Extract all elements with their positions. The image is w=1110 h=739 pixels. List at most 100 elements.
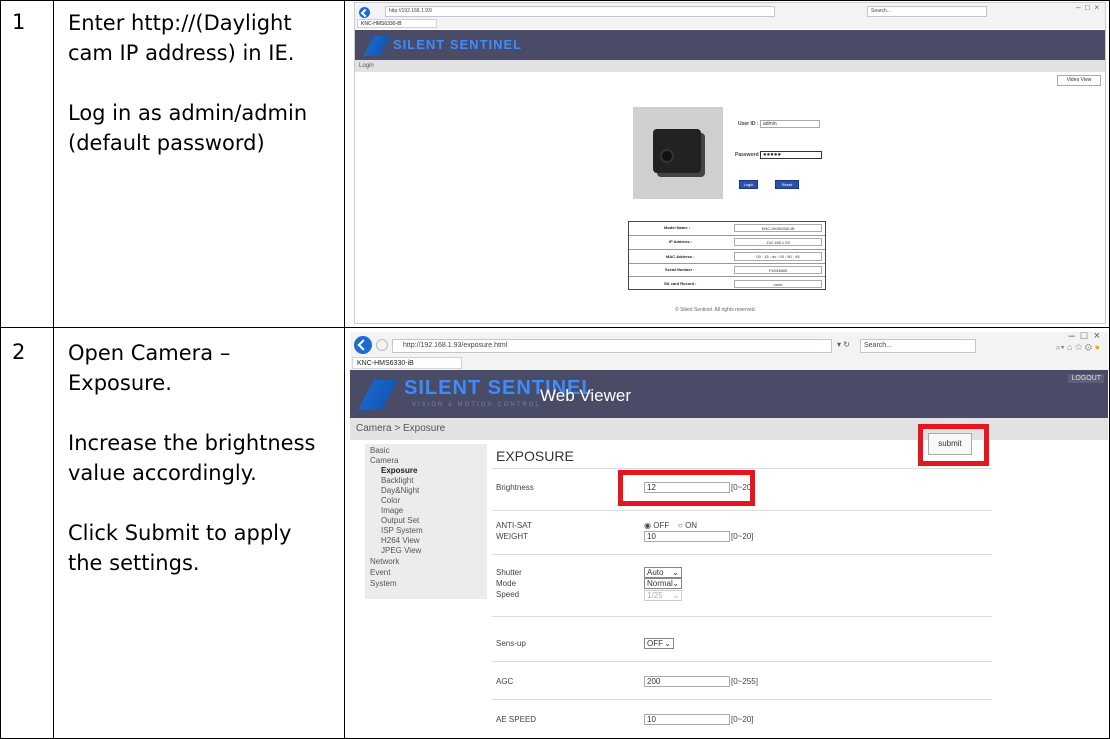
reset-button[interactable]: Reset: [775, 180, 799, 189]
speed-value: 1/25: [647, 591, 663, 600]
browser-toolbar: http://192.168.1.93/ Search... – □ × KNC…: [355, 3, 1105, 29]
logo-icon: [358, 380, 398, 410]
login-button[interactable]: Login: [739, 180, 758, 189]
submenu-item[interactable]: Day&Night: [365, 486, 487, 496]
info-value: 00 : 15 : dc : 00 : 80 : 45: [734, 252, 822, 261]
menu-item[interactable]: System: [365, 578, 487, 589]
divider: [492, 661, 992, 662]
submenu-item[interactable]: Backlight: [365, 476, 487, 486]
table-row-divider: [0, 327, 1110, 328]
menu-item[interactable]: Camera: [365, 456, 487, 466]
menu-item[interactable]: Basic: [365, 446, 487, 456]
info-label: MAC Address :: [666, 254, 695, 259]
info-label: SD card Record :: [664, 281, 697, 286]
web-viewer-title: Web Viewer: [540, 386, 632, 405]
info-value: F4034885: [734, 266, 822, 274]
site-banner: SILENT SENTINEL: [355, 30, 1105, 60]
user-id-label: User ID :: [738, 121, 759, 127]
browser-tab[interactable]: KNC-HMS6330-iB: [352, 357, 462, 369]
back-icon[interactable]: [359, 7, 370, 18]
table-col-divider-1: [53, 0, 54, 739]
step-number: 1: [12, 10, 26, 34]
refresh-icon[interactable]: ▾ ↻: [837, 340, 850, 349]
address-bar[interactable]: http://192.168.1.93/exposure.html: [392, 339, 832, 353]
step-number: 2: [12, 340, 26, 364]
browser-tab[interactable]: KNC-HMS6330-iB: [357, 19, 437, 28]
forward-icon[interactable]: [376, 339, 388, 351]
breadcrumb: Camera > Exposure: [350, 418, 1108, 440]
address-bar[interactable]: http://192.168.1.93/: [385, 6, 775, 17]
browser-toolbar: http://192.168.1.93/exposure.html ▾ ↻ Se…: [350, 332, 1108, 370]
info-row: SD card Record : none: [629, 276, 825, 290]
chevron-down-icon: ⌄: [664, 639, 671, 648]
password-input[interactable]: ●●●●●: [760, 151, 822, 159]
menu-item[interactable]: Event: [365, 567, 487, 578]
user-id-input[interactable]: admin: [760, 120, 820, 128]
submenu-item[interactable]: Color: [365, 496, 487, 506]
info-row: IP Address : 192.168.1.93: [629, 235, 825, 248]
submenu-item[interactable]: Output Set: [365, 516, 487, 526]
chevron-down-icon: ⌄: [672, 568, 679, 577]
mode-label: Mode: [496, 579, 517, 588]
antisat-on-radio[interactable]: ○ ON: [678, 521, 697, 530]
instruction-text: Increase the brightness value accordingl…: [68, 431, 316, 485]
back-icon[interactable]: [354, 336, 372, 354]
agc-label: AGC: [496, 677, 514, 686]
agc-range: [0~255]: [731, 677, 758, 686]
instruction-text: Enter http://(Daylight cam IP address) i…: [68, 11, 295, 65]
info-value: 192.168.1.93: [734, 238, 822, 246]
login-screenshot: http://192.168.1.93/ Search... – □ × KNC…: [354, 2, 1106, 324]
window-controls[interactable]: – □ ×: [1076, 3, 1099, 12]
mode-select[interactable]: Normal ⌄: [644, 578, 682, 589]
password-label: Password :: [735, 152, 762, 158]
submenu-item-exposure[interactable]: Exposure: [365, 466, 487, 476]
search-input[interactable]: Search...: [867, 6, 987, 17]
video-view-button[interactable]: Video View: [1057, 75, 1101, 86]
logout-button[interactable]: LOGOUT: [1068, 374, 1104, 383]
speed-select[interactable]: 1/25 ⌄: [644, 590, 682, 601]
weight-input[interactable]: 10: [644, 531, 730, 542]
submenu-item[interactable]: Image: [365, 506, 487, 516]
table-col-divider-2: [344, 0, 345, 739]
divider: [492, 699, 992, 700]
submenu-item[interactable]: H264 View: [365, 536, 487, 546]
exposure-screenshot: http://192.168.1.93/exposure.html ▾ ↻ Se…: [350, 332, 1108, 737]
brightness-highlight: [618, 470, 755, 506]
menu-item[interactable]: Network: [365, 556, 487, 567]
info-value: none: [734, 280, 822, 288]
antisat-off-label: OFF: [653, 521, 670, 530]
shutter-select[interactable]: Auto ⌄: [644, 567, 682, 578]
instruction-text: Log in as admin/admin (default password): [68, 101, 308, 155]
sensup-label: Sens-up: [496, 639, 526, 648]
submenu-item[interactable]: ISP System: [365, 526, 487, 536]
mode-value: Normal: [647, 579, 673, 588]
antisat-on-label: ON: [685, 521, 698, 530]
search-input[interactable]: Search...: [860, 339, 976, 353]
window-controls[interactable]: – □ ×: [1069, 332, 1100, 342]
logo-subtitle: VISION & MOTION CONTROL: [412, 402, 541, 408]
info-label: IP Address :: [669, 239, 693, 244]
logo-text: SILENT SENTINEL: [393, 37, 523, 52]
info-value: KNC-HMS6330-iB: [734, 224, 822, 232]
shutter-label: Shutter: [496, 568, 522, 577]
step-instructions: Open Camera – Exposure. Increase the bri…: [68, 338, 328, 608]
submenu-item[interactable]: JPEG View: [365, 546, 487, 556]
logo-icon: [363, 36, 391, 56]
camera-body: [653, 129, 701, 173]
shutter-value: Auto: [647, 568, 664, 577]
agc-input[interactable]: 200: [644, 676, 730, 687]
sensup-select[interactable]: OFF ⌄: [644, 638, 674, 649]
toolbar-icons[interactable]: ⌕▾ ⌂ ☆ ⚙ ●: [1056, 342, 1100, 353]
divider: [492, 510, 992, 511]
aespeed-range: [0~20]: [731, 715, 754, 724]
table-border-top: [0, 0, 1110, 1]
device-info-table: Model Name : KNC-HMS6330-iB IP Address :…: [628, 221, 826, 290]
camera-lens: [660, 149, 674, 163]
submit-highlight: [918, 424, 989, 466]
chevron-down-icon: ⌄: [672, 591, 679, 600]
aespeed-input[interactable]: 10: [644, 714, 730, 725]
divider: [492, 616, 992, 617]
divider: [492, 554, 992, 555]
antisat-off-radio[interactable]: ◉ OFF: [644, 521, 669, 530]
copyright-footer: © Silent Sentinel. All rights reserved.: [675, 307, 756, 313]
